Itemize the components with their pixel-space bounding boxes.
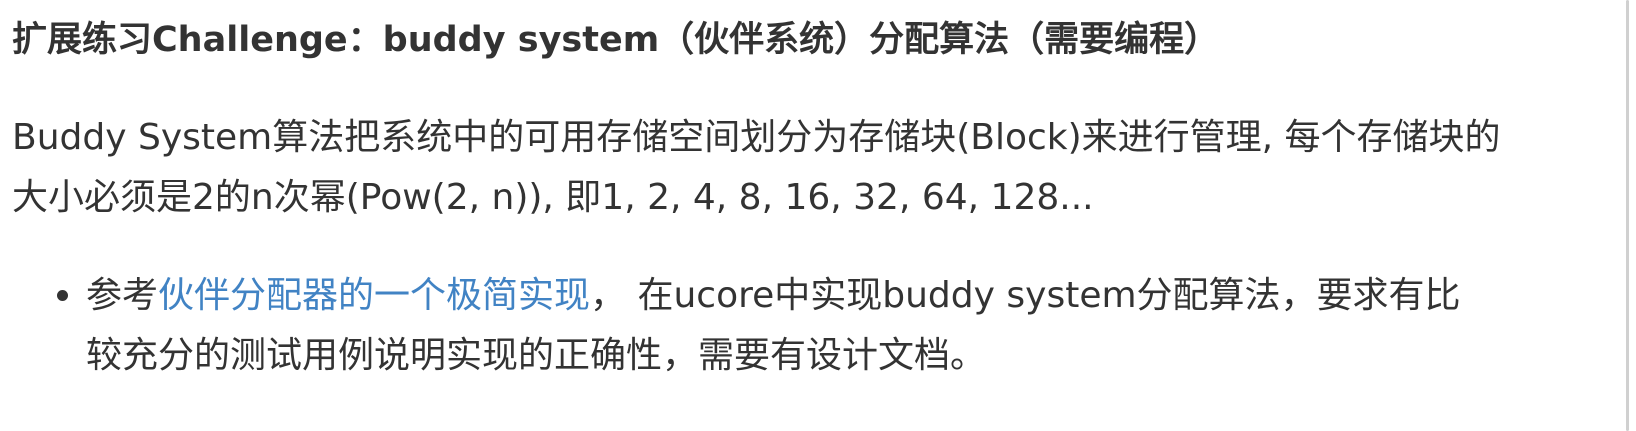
list-item-text: ， 在ucore中实现buddy system分配算法，要求有比: [590, 275, 1461, 316]
list-item: 参考伙伴分配器的一个极简实现， 在ucore中实现buddy system分配算…: [52, 266, 1592, 386]
buddy-allocator-link[interactable]: 伙伴分配器的一个极简实现: [158, 275, 590, 316]
challenge-heading: 扩展练习Challenge：buddy system（伙伴系统）分配算法（需要编…: [12, 20, 1220, 60]
vertical-scrollbar[interactable]: [1620, 0, 1636, 431]
list-item-line-1: 参考伙伴分配器的一个极简实现， 在ucore中实现buddy system分配算…: [86, 266, 1592, 326]
list-item-line-2: 较充分的测试用例说明实现的正确性，需要有设计文档。: [86, 335, 987, 376]
list-item-prefix: 参考: [86, 275, 159, 316]
description-paragraph: Buddy System算法把系统中的可用存储空间划分为存储块(Block)来进…: [12, 108, 1592, 228]
bullet-icon: [57, 290, 68, 301]
paragraph-line-2: 大小必须是2的n次幂(Pow(2, n)), 即1, 2, 4, 8, 16, …: [12, 177, 1094, 218]
document-page: 扩展练习Challenge：buddy system（伙伴系统）分配算法（需要编…: [0, 0, 1636, 431]
scrollbar-thumb[interactable]: [1626, 0, 1629, 431]
requirement-list: 参考伙伴分配器的一个极简实现， 在ucore中实现buddy system分配算…: [52, 266, 1592, 386]
paragraph-line-1: Buddy System算法把系统中的可用存储空间划分为存储块(Block)来进…: [12, 117, 1501, 158]
